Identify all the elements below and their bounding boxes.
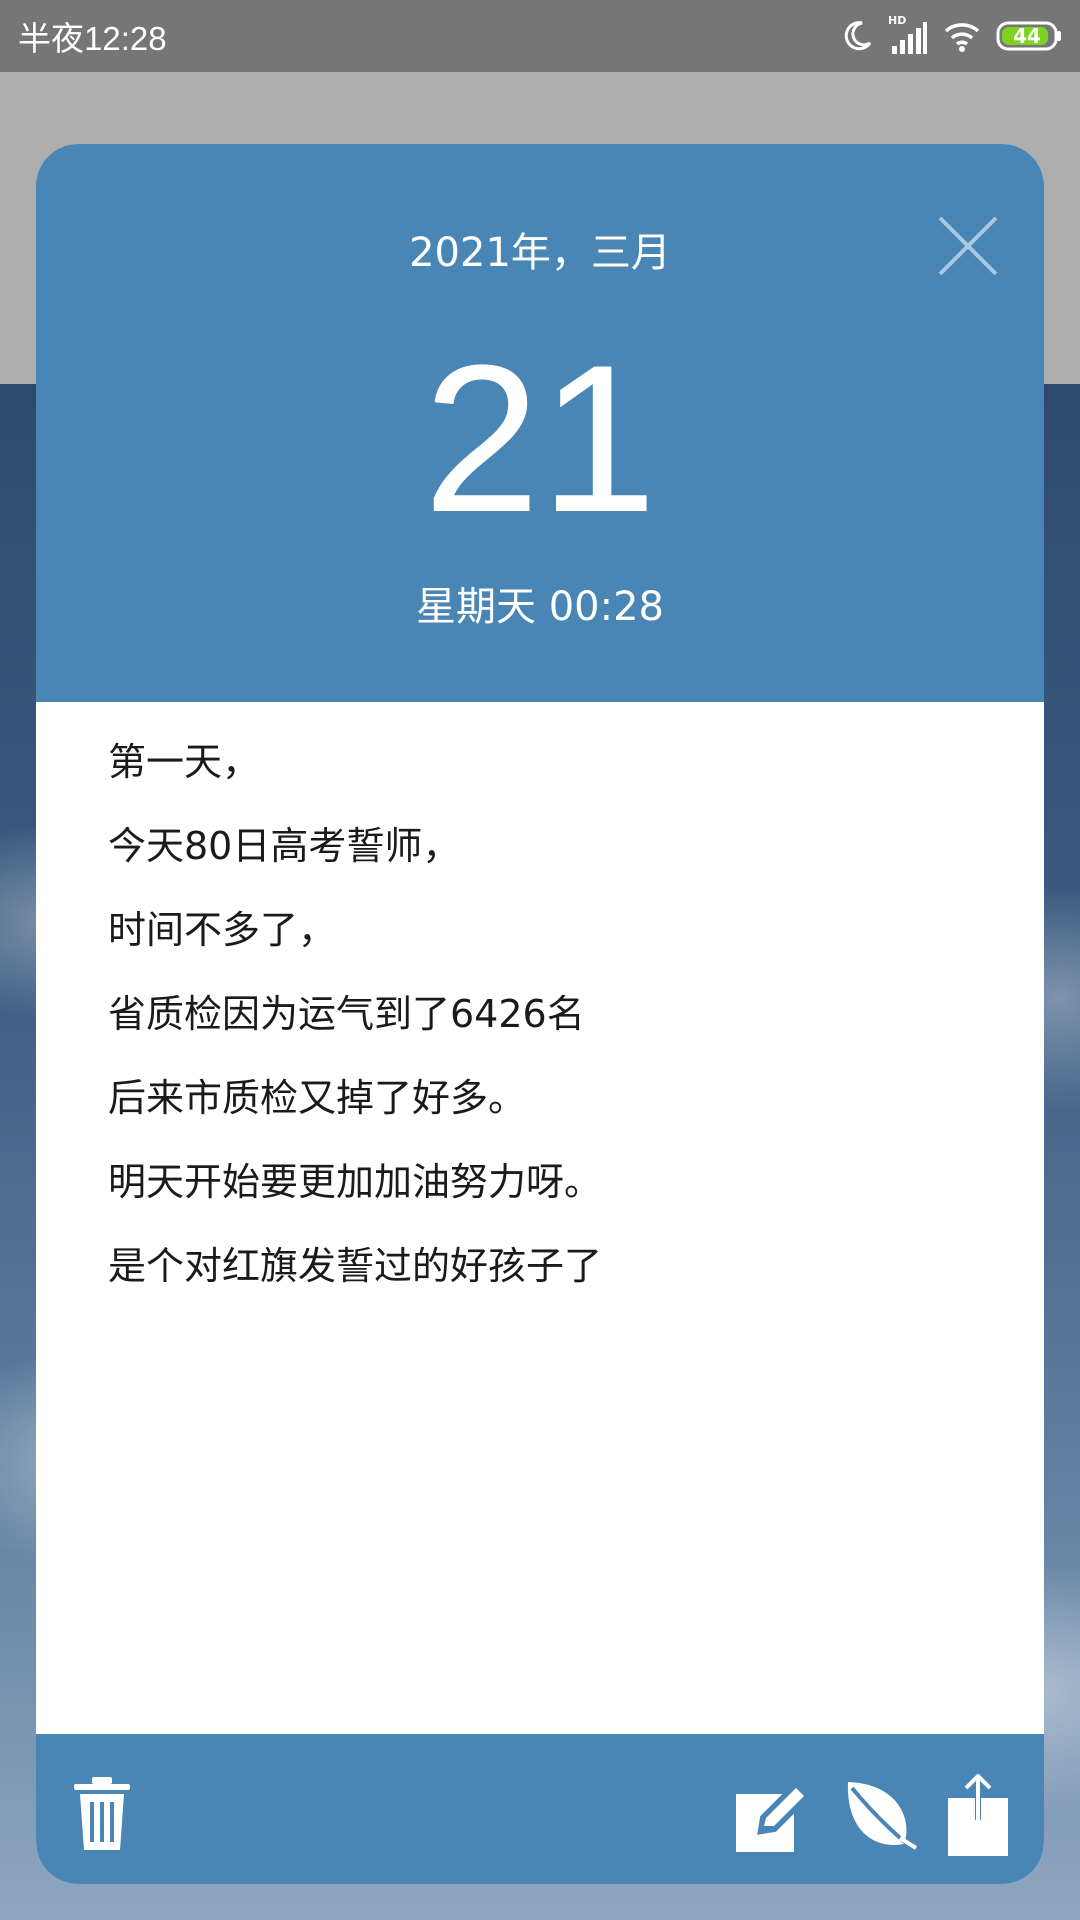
status-time: 半夜12:28: [18, 20, 167, 57]
year-month-label: 2021年，三月: [409, 230, 671, 276]
screen: 半夜12:28 HD 44 2021年，三月 21 星期天 00:28 第一天，…: [0, 0, 1080, 1920]
moon-icon: [840, 19, 874, 53]
note-line: 是个对红旗发誓过的好孩子了: [108, 1244, 603, 1288]
close-icon: [938, 216, 998, 276]
leaf-button[interactable]: [842, 1774, 918, 1854]
trash-icon: [74, 1777, 130, 1850]
hd-label: HD: [888, 14, 907, 27]
note-content[interactable]: 第一天， 今天80日高考誓师， 时间不多了， 省质检因为运气到了6426名 后来…: [36, 702, 1044, 1878]
note-line: 第一天，: [108, 740, 261, 784]
weekday-time-label: 星期天 00:28: [416, 584, 664, 630]
share-icon: [948, 1774, 1008, 1856]
close-button[interactable]: [928, 206, 1008, 286]
day-number: 21: [423, 321, 657, 556]
battery-icon: 44: [996, 21, 1062, 51]
status-icons: HD 44: [840, 14, 1062, 56]
note-line: 后来市质检又掉了好多。: [108, 1076, 527, 1120]
note-line: 今天80日高考誓师，: [108, 824, 461, 868]
wifi-icon: [942, 19, 982, 53]
action-bar: [36, 1734, 1044, 1884]
edit-icon: [736, 1780, 810, 1852]
note-text: 第一天， 今天80日高考誓师， 时间不多了， 省质检因为运气到了6426名 后来…: [108, 720, 602, 1308]
delete-button[interactable]: [72, 1774, 142, 1854]
date-header: 2021年，三月 21 星期天 00:28: [36, 144, 1044, 702]
note-line: 省质检因为运气到了6426名: [108, 992, 585, 1036]
diary-entry-dialog: 2021年，三月 21 星期天 00:28 第一天， 今天80日高考誓师， 时间…: [36, 144, 1044, 1884]
leaf-icon: [847, 1782, 918, 1852]
status-bar: 半夜12:28 HD 44: [0, 0, 1080, 72]
share-button[interactable]: [946, 1774, 1010, 1856]
note-line: 时间不多了，: [108, 908, 337, 952]
note-line: 明天开始要更加加油努力呀。: [108, 1160, 603, 1204]
signal-icon: HD: [888, 14, 928, 56]
battery-level: 44: [1013, 24, 1041, 48]
edit-button[interactable]: [734, 1774, 810, 1854]
